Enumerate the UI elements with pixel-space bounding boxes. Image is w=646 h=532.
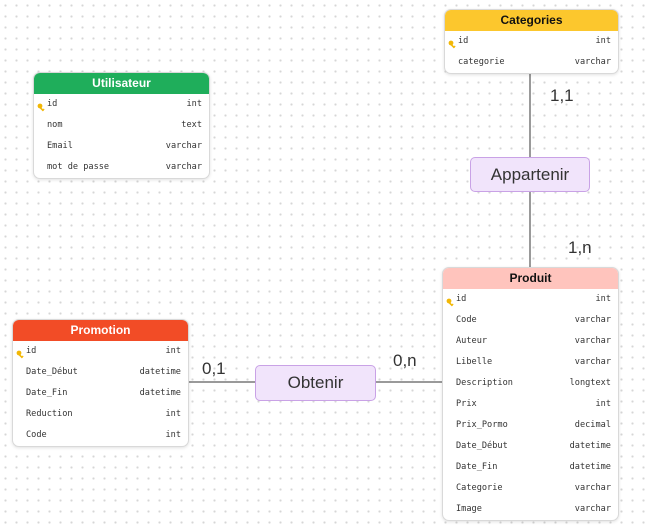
- field-name: Description: [456, 378, 513, 388]
- entity-promotion[interactable]: Promotion id int Date_Début datetime Date_Fi…: [12, 319, 189, 447]
- relation-obtenir[interactable]: Obtenir: [255, 365, 376, 401]
- connector-categories-appartenir: [529, 72, 531, 158]
- field-type: int: [186, 99, 202, 109]
- entity-header: Utilisateur: [34, 73, 209, 94]
- field-type: datetime: [569, 441, 611, 451]
- field-row[interactable]: Description longtext: [443, 373, 618, 394]
- field-type: varchar: [574, 336, 611, 346]
- field-row[interactable]: Prix_Pormo decimal: [443, 415, 618, 436]
- field-list: id int Code varchar Auteur varchar Libelle varc…: [443, 289, 618, 520]
- cardinality-produit-appartenir: 1,n: [568, 238, 592, 257]
- field-row[interactable]: Code int: [13, 425, 188, 446]
- field-type: int: [165, 409, 181, 419]
- field-name: nom: [47, 120, 63, 130]
- field-row[interactable]: id int: [445, 31, 618, 52]
- primary-key-icon: [37, 100, 45, 112]
- field-row[interactable]: id int: [34, 94, 209, 115]
- entity-utilisateur[interactable]: Utilisateur id int nom text Email varchar mot …: [33, 72, 210, 179]
- field-type: int: [165, 430, 181, 440]
- field-name: id: [456, 294, 467, 304]
- field-row[interactable]: Date_Début datetime: [443, 436, 618, 457]
- field-name: Date_Début: [456, 441, 508, 451]
- field-list: id int nom text Email varchar mot de passe varc…: [34, 94, 209, 178]
- field-name: Code: [456, 315, 477, 325]
- field-name: Prix: [456, 399, 477, 409]
- field-row[interactable]: Image varchar: [443, 499, 618, 520]
- field-name: id: [26, 346, 37, 356]
- field-name: Categorie: [456, 483, 503, 493]
- field-row[interactable]: categorie varchar: [445, 52, 618, 73]
- field-row[interactable]: nom text: [34, 115, 209, 136]
- field-type: varchar: [574, 483, 611, 493]
- field-type: longtext: [569, 378, 611, 388]
- entity-categories[interactable]: Categories id int categorie varchar: [444, 9, 619, 74]
- field-name: id: [47, 99, 58, 109]
- field-name: categorie: [458, 57, 505, 67]
- field-row[interactable]: id int: [13, 341, 188, 362]
- entity-produit[interactable]: Produit id int Code varchar Auteur varchar Lib…: [442, 267, 619, 521]
- primary-key-icon: [446, 295, 454, 307]
- field-name: Image: [456, 504, 482, 514]
- field-name: id: [458, 36, 469, 46]
- entity-header: Promotion: [13, 320, 188, 341]
- field-type: datetime: [569, 462, 611, 472]
- field-name: Reduction: [26, 409, 73, 419]
- field-type: int: [595, 399, 611, 409]
- field-list: id int Date_Début datetime Date_Fin datetime R…: [13, 341, 188, 446]
- field-name: Date_Fin: [26, 388, 68, 398]
- cardinality-produit-obtenir: 0,n: [393, 351, 417, 370]
- field-type: varchar: [574, 57, 611, 67]
- field-type: varchar: [165, 141, 202, 151]
- field-type: varchar: [574, 315, 611, 325]
- field-type: varchar: [165, 162, 202, 172]
- field-row[interactable]: Prix int: [443, 394, 618, 415]
- field-row[interactable]: Date_Fin datetime: [443, 457, 618, 478]
- entity-header: Produit: [443, 268, 618, 289]
- field-row[interactable]: Date_Début datetime: [13, 362, 188, 383]
- primary-key-icon: [448, 37, 456, 49]
- field-type: int: [595, 36, 611, 46]
- field-list: id int categorie varchar: [445, 31, 618, 73]
- field-name: mot de passe: [47, 162, 110, 172]
- field-name: Date_Début: [26, 367, 78, 377]
- connector-obtenir-produit: [375, 381, 442, 383]
- field-row[interactable]: Reduction int: [13, 404, 188, 425]
- connector-promotion-obtenir: [188, 381, 256, 383]
- field-type: decimal: [574, 420, 611, 430]
- field-name: Prix_Pormo: [456, 420, 508, 430]
- field-type: datetime: [139, 367, 181, 377]
- field-row[interactable]: Code varchar: [443, 310, 618, 331]
- field-row[interactable]: Libelle varchar: [443, 352, 618, 373]
- field-type: datetime: [139, 388, 181, 398]
- field-row[interactable]: Categorie varchar: [443, 478, 618, 499]
- field-type: int: [595, 294, 611, 304]
- field-type: text: [181, 120, 202, 130]
- field-row[interactable]: Date_Fin datetime: [13, 383, 188, 404]
- field-type: varchar: [574, 504, 611, 514]
- entity-header: Categories: [445, 10, 618, 31]
- cardinality-promotion: 0,1: [202, 359, 226, 378]
- field-row[interactable]: id int: [443, 289, 618, 310]
- field-row[interactable]: Email varchar: [34, 136, 209, 157]
- field-name: Code: [26, 430, 47, 440]
- relation-appartenir[interactable]: Appartenir: [470, 157, 590, 192]
- field-type: varchar: [574, 357, 611, 367]
- field-row[interactable]: Auteur varchar: [443, 331, 618, 352]
- field-name: Date_Fin: [456, 462, 498, 472]
- field-type: int: [165, 346, 181, 356]
- primary-key-icon: [16, 347, 24, 359]
- field-name: Auteur: [456, 336, 488, 346]
- cardinality-categories: 1,1: [550, 86, 574, 105]
- field-name: Libelle: [456, 357, 493, 367]
- connector-appartenir-produit: [529, 192, 531, 268]
- field-row[interactable]: mot de passe varchar: [34, 157, 209, 178]
- field-name: Email: [47, 141, 73, 151]
